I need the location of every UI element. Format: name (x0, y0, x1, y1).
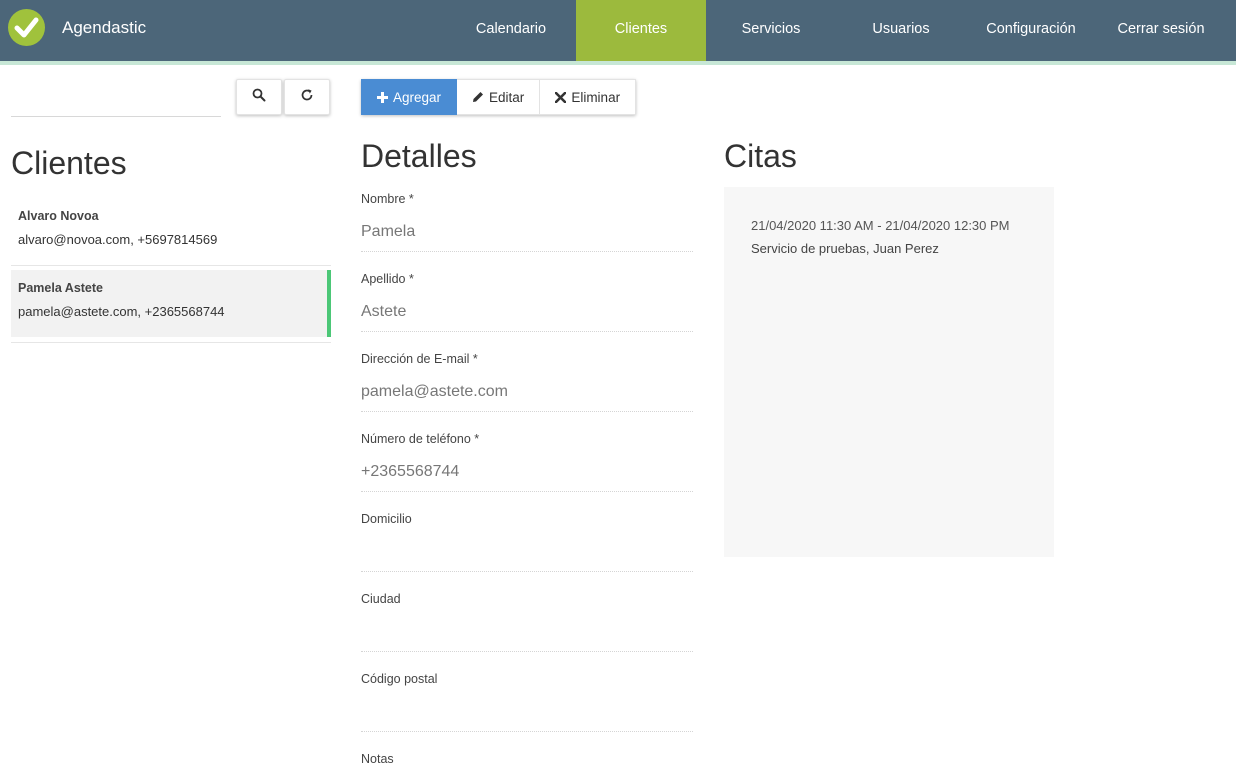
nav-item-usuarios[interactable]: Usuarios (836, 0, 966, 61)
header-divider (0, 61, 1236, 65)
last-name-field[interactable]: Astete (361, 292, 693, 332)
close-icon (555, 91, 567, 103)
phone-label: Número de teléfono * (361, 432, 480, 446)
add-button-label: Agregar (393, 89, 442, 105)
client-list-item-selected[interactable]: Pamela Astete pamela@astete.com, +236556… (11, 270, 331, 343)
client-list-item[interactable]: Alvaro Novoa alvaro@novoa.com, +56978145… (11, 199, 331, 266)
edit-button-label: Editar (489, 89, 525, 105)
appointment-time[interactable]: 21/04/2020 11:30 AM - 21/04/2020 12:30 P… (751, 218, 1010, 233)
edit-button[interactable]: Editar (457, 79, 541, 115)
nav-item-servicios[interactable]: Servicios (706, 0, 836, 61)
reload-icon (300, 88, 314, 107)
clients-title: Clientes (11, 145, 127, 181)
client-info: pamela@astete.com, +2365568744 (18, 304, 225, 319)
appointment-description[interactable]: Servicio de pruebas, Juan Perez (751, 241, 939, 256)
delete-button[interactable]: Eliminar (540, 79, 637, 115)
client-name: Pamela Astete (18, 281, 103, 295)
client-name: Alvaro Novoa (18, 209, 99, 223)
details-title: Detalles (361, 138, 477, 174)
phone-field[interactable]: +2365568744 (361, 452, 693, 492)
notes-label: Notas (361, 752, 394, 766)
reload-button[interactable] (284, 79, 330, 115)
city-field[interactable] (361, 612, 693, 652)
address-label: Domicilio (361, 512, 412, 526)
nav-item-clientes[interactable]: Clientes (576, 0, 706, 61)
plus-icon (377, 91, 388, 103)
nav-item-calendario[interactable]: Calendario (446, 0, 576, 61)
filter-input[interactable] (11, 80, 221, 117)
search-button[interactable] (236, 79, 282, 115)
delete-button-label: Eliminar (571, 89, 621, 105)
email-field[interactable]: pamela@astete.com (361, 372, 693, 412)
first-name-field[interactable]: Pamela (361, 212, 693, 252)
zip-code-label: Código postal (361, 672, 438, 686)
nav-item-cerrar-sesion[interactable]: Cerrar sesión (1096, 0, 1226, 61)
add-button[interactable]: Agregar (361, 79, 458, 115)
app-name[interactable]: Agendastic (62, 18, 146, 38)
appointments-title: Citas (724, 138, 797, 174)
check-circle-icon[interactable] (8, 9, 45, 46)
search-icon (252, 88, 266, 107)
record-toolbar: Agregar Editar Eliminar (361, 79, 637, 115)
zip-code-field[interactable] (361, 692, 693, 732)
client-info: alvaro@novoa.com, +5697814569 (18, 232, 218, 247)
last-name-label: Apellido * (361, 272, 414, 286)
pencil-icon (472, 91, 484, 103)
address-field[interactable] (361, 532, 693, 572)
city-label: Ciudad (361, 592, 401, 606)
appointments-list: 21/04/2020 11:30 AM - 21/04/2020 12:30 P… (724, 187, 1054, 557)
email-label: Dirección de E-mail * (361, 352, 478, 366)
nav-item-configuracion[interactable]: Configuración (966, 0, 1096, 61)
first-name-label: Nombre * (361, 192, 414, 206)
top-navbar: Agendastic Calendario Clientes Servicios… (0, 0, 1236, 61)
